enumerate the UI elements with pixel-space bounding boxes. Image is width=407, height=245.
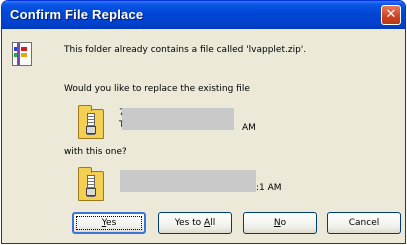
new-file-time-suffix: :1 AM	[256, 183, 282, 193]
replace-question: Would you like to replace the existing f…	[64, 84, 250, 94]
cancel-button[interactable]: Cancel	[327, 212, 401, 234]
yes-button[interactable]: Yes	[72, 212, 146, 234]
title-bar[interactable]: Confirm File Replace ✕	[2, 1, 405, 29]
intro-text: This folder already contains a file call…	[64, 45, 307, 55]
new-file-zip-folder-icon	[78, 167, 104, 201]
existing-file-zip-folder-icon	[78, 105, 104, 139]
no-mnemonic: N	[273, 218, 281, 228]
yes-to-all-button[interactable]: Yes to All	[158, 212, 232, 234]
confirm-file-replace-dialog: Confirm File Replace ✕ This folder alrea…	[1, 0, 406, 244]
no-button[interactable]: No	[243, 212, 317, 234]
new-file-redacted-info	[120, 170, 256, 192]
close-icon[interactable]: ✕	[381, 5, 401, 25]
dialog-body: This folder already contains a file call…	[2, 29, 405, 243]
existing-file-time-suffix: AM	[242, 123, 256, 133]
zip-file-icon	[12, 42, 32, 66]
existing-file-redacted-info	[122, 108, 234, 130]
window-title: Confirm File Replace	[10, 7, 144, 22]
with-this-one-label: with this one?	[64, 147, 127, 157]
yes-to-all-label-end: ll	[210, 218, 216, 228]
yes-to-all-label-start: Yes to	[174, 218, 205, 228]
no-label-rest: o	[280, 218, 287, 228]
